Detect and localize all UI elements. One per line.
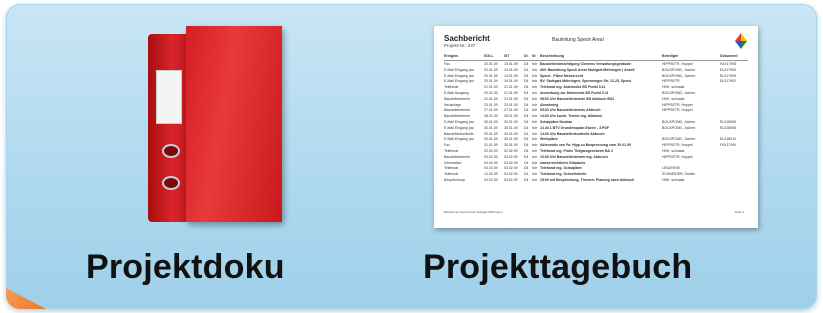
doc-title: Sachbericht (444, 34, 490, 43)
corner-accent (6, 288, 46, 309)
doc-table-cell: D4 (524, 177, 529, 182)
col-header: IST (504, 54, 510, 58)
binder-ring-hole (162, 176, 180, 190)
binder-cover (186, 26, 282, 222)
document-thumbnail[interactable]: Sachbericht Projekt-Nr.: 237 Bauleitung … (434, 26, 758, 228)
doc-subtitle: Projekt-Nr.: 237 (444, 43, 476, 48)
binder-ring-hole (162, 144, 180, 158)
doc-table-header: Ereignis SOLL IST Di St Beschreibung Bet… (444, 54, 748, 61)
col-header: SOLL (484, 54, 494, 58)
doc-table-cell: 04.02.09 (504, 177, 518, 182)
doc-table-cell: 15:00 mit Besprechung, Themen: Planung n… (540, 177, 635, 182)
col-header: St (532, 54, 536, 58)
col-header: Di (524, 54, 528, 58)
label-projekttagebuch: Projekttagebuch (423, 248, 693, 286)
binder-image[interactable] (148, 26, 288, 226)
col-header: Dokument (720, 54, 738, 58)
doc-center-title: Bauleitung Speck Areal (552, 37, 604, 43)
doc-footer: Bauleitung Speck Areal Stuttgart-Möhring… (444, 210, 744, 214)
col-header: Ereignis (444, 54, 459, 58)
doc-footer-right: Seite 1 (734, 210, 744, 214)
company-logo-icon (735, 33, 747, 49)
col-header: Beteiligte (662, 54, 679, 58)
col-header: Beschreibung (540, 54, 564, 58)
label-projektdoku: Projektdoku (86, 248, 285, 286)
doc-table-cell: Istr (532, 177, 537, 182)
doc-table-row: Besprechung 04.02.09 04.02.09 D4 Istr 15:00 m… (444, 178, 748, 184)
doc-table-cell: 04.02.09 (484, 177, 498, 182)
doc-footer-left: Bauleitung Speck Areal Stuttgart-Möhring… (444, 210, 503, 214)
doc-table-body: Fax 20.01.09 19.01.09 D4 Istr Baustellenbesic… (444, 62, 748, 184)
doc-table-cell: HHK, schnaak (662, 177, 685, 182)
doc-table-cell: Besprechung (444, 177, 465, 182)
binder-spine-label (156, 70, 182, 124)
gallery-panel: Projektdoku Sachbericht Projekt-Nr.: 237… (6, 4, 817, 309)
